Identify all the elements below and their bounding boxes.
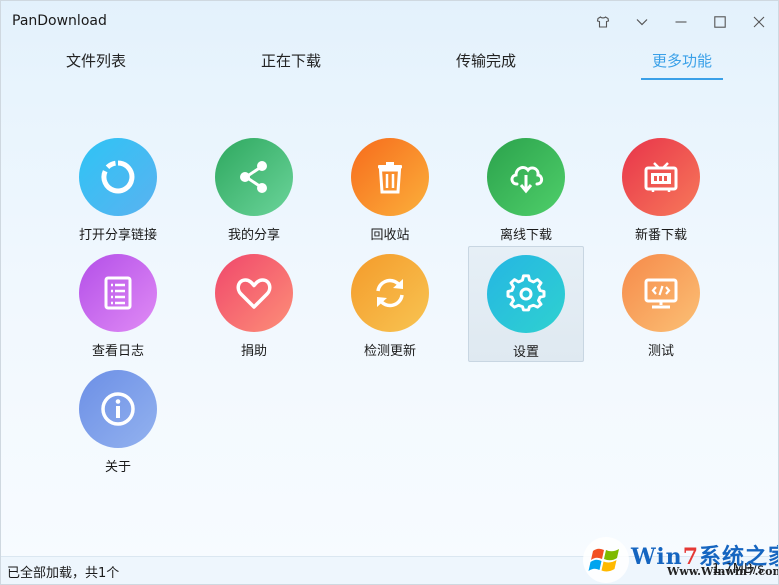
- feature-label: 新番下载: [634, 228, 687, 243]
- feature-icon-circle: [487, 138, 565, 216]
- feature-label: 关于: [104, 460, 131, 475]
- trash-icon: [378, 162, 402, 194]
- feature-label: 我的分享: [227, 228, 280, 243]
- feature-label: 查看日志: [91, 344, 144, 359]
- info-icon: [101, 392, 135, 426]
- feature-view-log[interactable]: 查看日志: [60, 246, 176, 362]
- feature-icon-circle: [622, 138, 700, 216]
- feature-label: 检测更新: [363, 344, 416, 359]
- feature-anime-download[interactable]: 新番下载: [603, 130, 719, 246]
- feature-icon-circle: [351, 138, 429, 216]
- feature-check-update[interactable]: 检测更新: [332, 246, 448, 362]
- feature-icon-circle: [79, 254, 157, 332]
- feature-label: 测试: [647, 344, 674, 359]
- feature-about[interactable]: 关于: [60, 362, 176, 478]
- feature-label: 回收站: [370, 228, 410, 243]
- feature-icon-circle: [79, 138, 157, 216]
- cloud-download-icon: [510, 166, 544, 194]
- feature-icon-circle: [351, 254, 429, 332]
- feature-test[interactable]: 测试: [603, 246, 719, 362]
- log-list-icon: [104, 276, 132, 310]
- tv-icon: [644, 162, 678, 192]
- windows-logo-icon: [583, 537, 629, 583]
- feature-open-share-link[interactable]: 打开分享链接: [60, 130, 176, 246]
- feature-donate[interactable]: 捐助: [196, 246, 312, 362]
- link-ring-icon: [101, 160, 135, 194]
- feature-icon-circle: [79, 370, 157, 448]
- share-icon: [240, 161, 267, 193]
- watermark-url: Www.Winwin7.com: [667, 565, 779, 578]
- refresh-icon: [376, 278, 404, 308]
- heart-icon: [236, 278, 272, 309]
- code-monitor-icon: [644, 278, 678, 309]
- feature-icon-circle: [215, 254, 293, 332]
- feature-offline-download[interactable]: 离线下载: [468, 130, 584, 246]
- gear-icon: [506, 274, 546, 312]
- feature-recycle-bin[interactable]: 回收站: [332, 130, 448, 246]
- feature-my-shares[interactable]: 我的分享: [196, 130, 312, 246]
- feature-label: 捐助: [240, 344, 267, 359]
- feature-label: 打开分享链接: [78, 228, 157, 243]
- status-text: 已全部加载，共1个: [7, 566, 120, 581]
- app-window: PanDownload 文件列表 正在下载 传输完成 更多功能 打开分享链接 我…: [0, 0, 779, 585]
- feature-settings[interactable]: 设置: [468, 246, 584, 362]
- watermark: Win7系统之家 Www.Winwin7.com: [581, 535, 779, 584]
- feature-icon-circle: [487, 255, 565, 333]
- feature-icon-circle: [215, 138, 293, 216]
- feature-label: 设置: [512, 345, 539, 360]
- feature-label: 离线下载: [499, 228, 552, 243]
- feature-grid: 打开分享链接 我的分享 回收站 离线下载 新番下载 查看日志 捐助 检测更新 设…: [1, 1, 778, 584]
- feature-icon-circle: [622, 254, 700, 332]
